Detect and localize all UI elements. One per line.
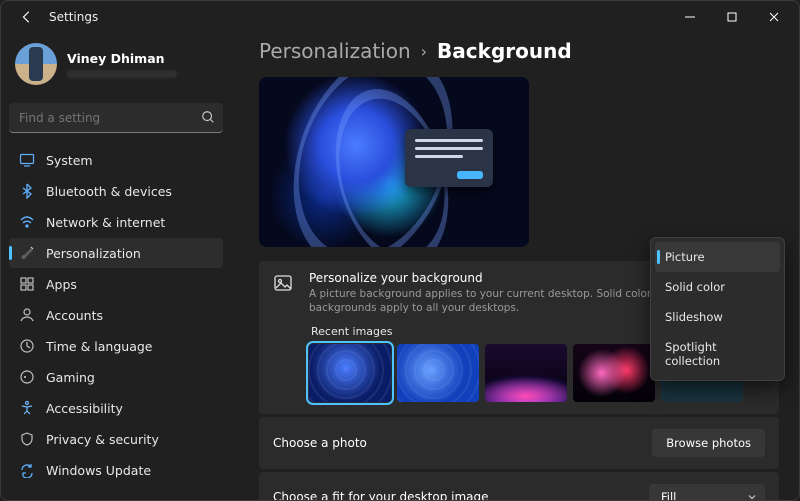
sidebar-item-label: Personalization: [46, 246, 141, 261]
system-icon: [19, 152, 35, 168]
bluetooth-icon: [19, 183, 35, 199]
page-title: Background: [437, 39, 572, 63]
titlebar: Settings: [1, 1, 799, 33]
preview-window-mock: [405, 129, 493, 187]
search-input[interactable]: [9, 103, 223, 133]
sidebar-item-apps[interactable]: Apps: [9, 269, 223, 299]
person-icon: [19, 307, 35, 323]
fit-select[interactable]: Fill: [649, 484, 765, 500]
choose-fit-label: Choose a fit for your desktop image: [273, 490, 489, 500]
search-container: [9, 103, 223, 133]
recent-thumb-1[interactable]: [309, 344, 391, 402]
sidebar-item-label: Gaming: [46, 370, 95, 385]
minimize-button[interactable]: [669, 3, 711, 31]
choose-fit-row: Choose a fit for your desktop image Fill: [259, 472, 779, 500]
sidebar-item-privacy[interactable]: Privacy & security: [9, 424, 223, 454]
accessibility-icon: [19, 400, 35, 416]
dropdown-option-solid-color[interactable]: Solid color: [655, 272, 780, 302]
sidebar-item-label: Time & language: [46, 339, 152, 354]
sidebar-item-system[interactable]: System: [9, 145, 223, 175]
chevron-down-icon: [747, 492, 757, 500]
nav-list: System Bluetooth & devices Network & int…: [9, 145, 223, 485]
dropdown-option-slideshow[interactable]: Slideshow: [655, 302, 780, 332]
sidebar-item-label: Privacy & security: [46, 432, 159, 447]
browse-photos-button[interactable]: Browse photos: [652, 429, 765, 457]
sidebar: Viney Dhiman System Bluetooth & devices …: [1, 33, 231, 500]
sidebar-item-gaming[interactable]: Gaming: [9, 362, 223, 392]
sidebar-item-accounts[interactable]: Accounts: [9, 300, 223, 330]
choose-photo-row: Choose a photo Browse photos: [259, 417, 779, 469]
close-button[interactable]: [753, 3, 795, 31]
breadcrumb: Personalization › Background: [259, 39, 779, 63]
choose-photo-label: Choose a photo: [273, 436, 367, 450]
dropdown-option-spotlight[interactable]: Spotlight collection: [655, 332, 780, 376]
fit-value: Fill: [661, 490, 676, 500]
recent-thumb-2[interactable]: [397, 344, 479, 402]
sidebar-item-label: Apps: [46, 277, 77, 292]
dropdown-option-picture[interactable]: Picture: [655, 242, 780, 272]
sidebar-item-update[interactable]: Windows Update: [9, 455, 223, 485]
breadcrumb-parent[interactable]: Personalization: [259, 39, 411, 63]
sidebar-item-network[interactable]: Network & internet: [9, 207, 223, 237]
sidebar-item-time-language[interactable]: Time & language: [9, 331, 223, 361]
sidebar-item-label: Network & internet: [46, 215, 165, 230]
sidebar-item-label: Windows Update: [46, 463, 151, 478]
apps-icon: [19, 276, 35, 292]
user-email-redacted: [67, 70, 177, 78]
avatar: [15, 43, 57, 85]
sidebar-item-personalization[interactable]: Personalization: [9, 238, 223, 268]
sidebar-item-label: System: [46, 153, 93, 168]
background-type-dropdown: Picture Solid color Slideshow Spotlight …: [650, 237, 785, 381]
clock-globe-icon: [19, 338, 35, 354]
sidebar-item-bluetooth[interactable]: Bluetooth & devices: [9, 176, 223, 206]
user-profile[interactable]: Viney Dhiman: [9, 37, 223, 95]
back-button[interactable]: [9, 3, 45, 31]
main-content: Personalization › Background Personalize…: [231, 33, 799, 500]
update-icon: [19, 462, 35, 478]
image-icon: [273, 273, 299, 293]
recent-thumb-4[interactable]: [573, 344, 655, 402]
background-preview: [259, 77, 529, 247]
wifi-icon: [19, 214, 35, 230]
recent-thumb-3[interactable]: [485, 344, 567, 402]
sidebar-item-accessibility[interactable]: Accessibility: [9, 393, 223, 423]
search-icon: [201, 110, 215, 124]
sidebar-item-label: Accounts: [46, 308, 103, 323]
shield-icon: [19, 431, 35, 447]
maximize-button[interactable]: [711, 3, 753, 31]
gaming-icon: [19, 369, 35, 385]
window-title: Settings: [49, 10, 669, 24]
sidebar-item-label: Accessibility: [46, 401, 123, 416]
user-name: Viney Dhiman: [67, 51, 177, 66]
sidebar-item-label: Bluetooth & devices: [46, 184, 172, 199]
paintbrush-icon: [19, 245, 35, 261]
chevron-right-icon: ›: [421, 42, 427, 61]
